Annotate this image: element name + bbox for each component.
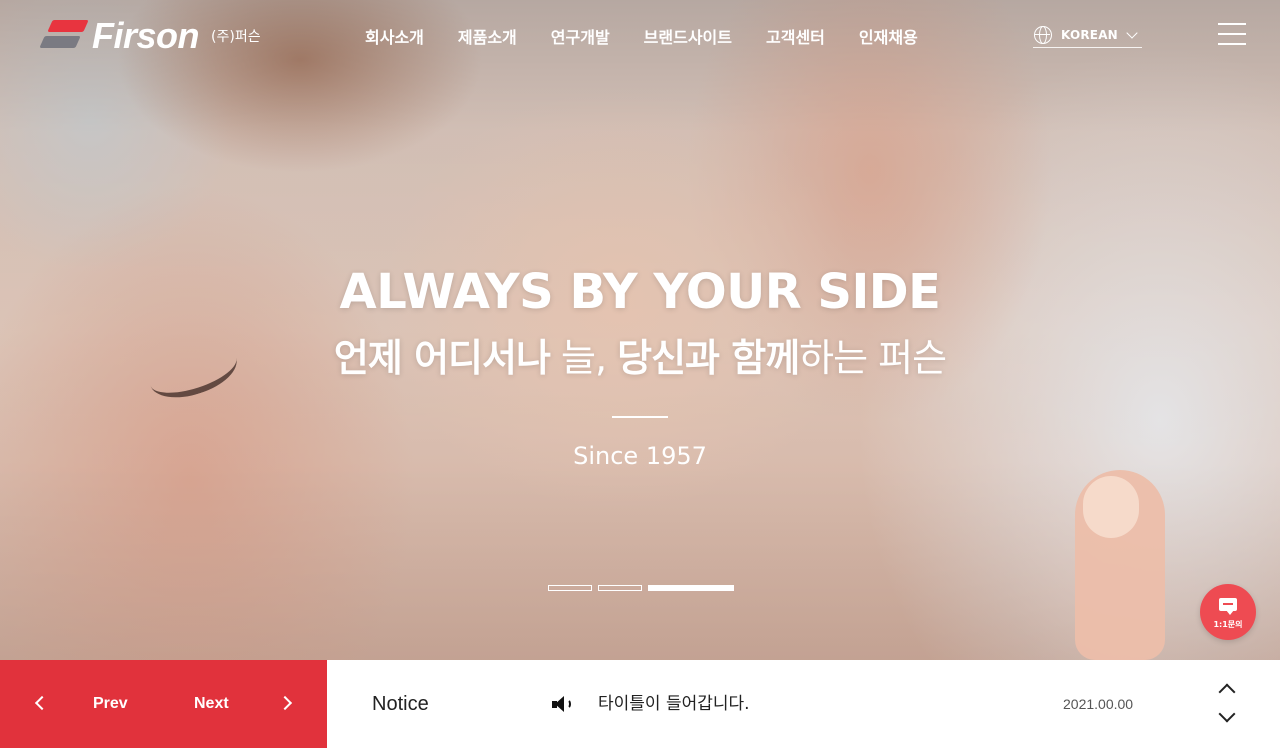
notice-date: 2021.00.00 (1063, 696, 1134, 712)
hero-divider (612, 416, 668, 418)
nav-item-company[interactable]: 회사소개 (348, 28, 441, 48)
chat-bubble-icon (1219, 598, 1237, 615)
firson-logo-icon (39, 18, 89, 50)
chevron-left-icon[interactable] (34, 695, 50, 711)
logo-text: Firson (92, 15, 200, 56)
inquiry-button[interactable]: 1:1문의 (1200, 584, 1256, 640)
notice-title-link[interactable]: 타이틀이 들어갑니다. (598, 693, 750, 715)
hero-subtitle-part4: 하는 퍼슨 (799, 336, 947, 380)
nav-item-careers[interactable]: 인재채용 (842, 28, 935, 48)
hero-text-block: ALWAYS BY YOUR SIDE 언제 어디서나 늘, 당신과 함께하는 … (0, 262, 1280, 470)
hero-subtitle: 언제 어디서나 늘, 당신과 함께하는 퍼슨 (0, 332, 1280, 384)
slide-indicator-3-active[interactable] (648, 585, 734, 591)
hero-image-hand (1075, 470, 1165, 660)
prev-button[interactable]: Prev (93, 694, 128, 714)
hero-since: Since 1957 (573, 442, 707, 470)
hamburger-menu-icon[interactable] (1218, 22, 1246, 46)
inquiry-label: 1:1문의 (1213, 620, 1243, 629)
site-logo[interactable]: Firson (주)퍼슨 (39, 15, 261, 56)
chevron-down-icon (1126, 26, 1138, 39)
slide-indicator-1[interactable] (548, 585, 592, 591)
notice-heading: Notice (372, 693, 429, 715)
nav-item-brand-sites[interactable]: 브랜드사이트 (627, 28, 749, 48)
main-navigation: 회사소개 제품소개 연구개발 브랜드사이트 고객센터 인재채용 (348, 28, 935, 48)
nav-item-research[interactable]: 연구개발 (534, 28, 627, 48)
logo-company-name: (주)퍼슨 (211, 29, 261, 45)
language-selector[interactable]: KOREAN (1033, 22, 1142, 48)
hero-title: ALWAYS BY YOUR SIDE (339, 264, 941, 320)
chevron-down-icon[interactable] (1218, 705, 1236, 723)
hero-subtitle-part2: 늘, (549, 336, 618, 380)
slide-pagination (548, 585, 734, 591)
chevron-right-icon[interactable] (277, 695, 293, 711)
language-label: KOREAN (1061, 27, 1118, 42)
hero-subtitle-part1: 언제 어디서나 (333, 336, 551, 380)
site-header: Firson (주)퍼슨 회사소개 제품소개 연구개발 브랜드사이트 고객센터 … (0, 0, 1280, 76)
nav-item-products[interactable]: 제품소개 (441, 28, 534, 48)
globe-icon (1034, 25, 1052, 44)
next-button[interactable]: Next (194, 694, 229, 714)
slide-indicator-2[interactable] (598, 585, 642, 591)
bottom-bar: Prev Next Notice 타이틀이 들어갑니다. 2021.00.00 (0, 660, 1280, 748)
nav-item-customer-center[interactable]: 고객센터 (749, 28, 842, 48)
chevron-up-icon[interactable] (1218, 683, 1236, 701)
hero-subtitle-part3: 당신과 함께 (617, 336, 800, 380)
speaker-icon (552, 695, 574, 713)
slide-navigation: Prev Next (0, 660, 327, 748)
